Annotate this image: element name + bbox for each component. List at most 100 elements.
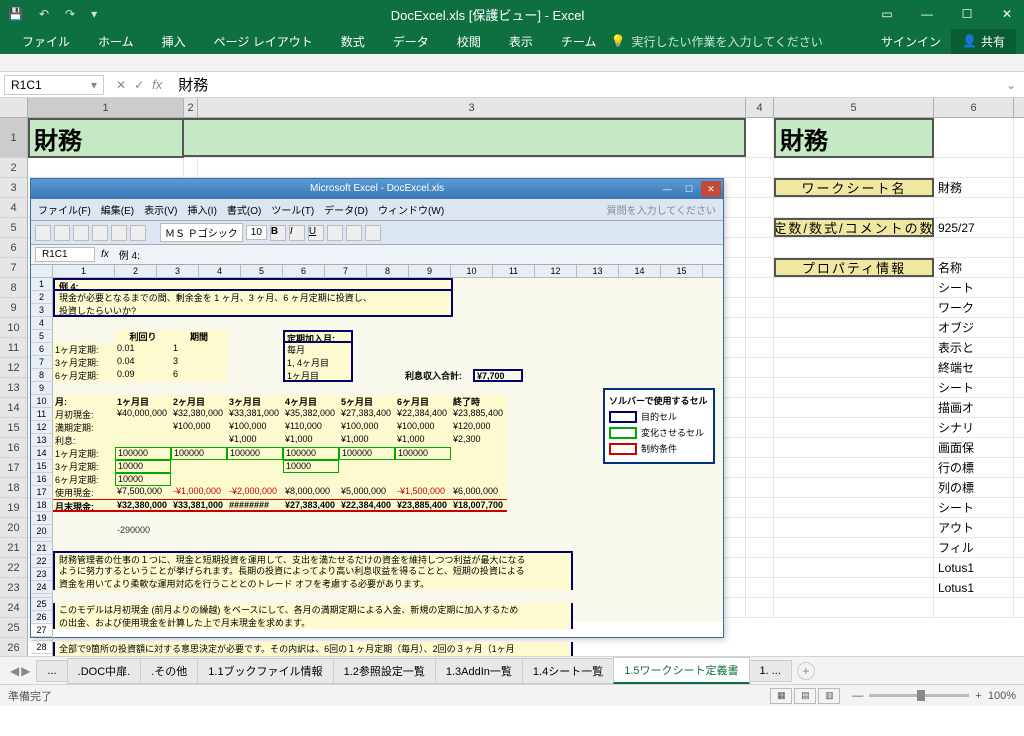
cell-r23c6[interactable]: Lotus1 (934, 578, 1014, 597)
cell-r8c5[interactable] (774, 278, 934, 297)
col-header-5[interactable]: 5 (774, 98, 934, 117)
maximize-icon[interactable]: ☐ (954, 4, 980, 24)
cell-r11c5[interactable] (774, 338, 934, 357)
zoom-out-button[interactable]: — (852, 690, 863, 702)
sheet-tab-trailing[interactable]: 1. ... (749, 660, 792, 682)
formula-expand-icon[interactable]: ⌄ (998, 78, 1024, 92)
cell-r11c6[interactable]: 表示と (934, 338, 1014, 357)
tab-nav-next-icon[interactable]: ▶ (21, 664, 30, 678)
share-button[interactable]: 👤 共有 (951, 29, 1016, 54)
tab-home[interactable]: ホーム (84, 29, 148, 54)
label-row-3[interactable]: ワークシート名 (774, 178, 934, 197)
cell-r9c6[interactable]: ワーク (934, 298, 1014, 317)
normal-view-icon[interactable]: ▦ (770, 688, 792, 704)
close-icon[interactable]: ✕ (994, 4, 1020, 24)
cell-r1c4[interactable] (746, 118, 774, 157)
cell-r10c5[interactable] (774, 318, 934, 337)
cell-r6c5[interactable] (774, 238, 934, 257)
tab-nav-prev-icon[interactable]: ◀ (10, 664, 19, 678)
cell-r16c6[interactable]: 画面保 (934, 438, 1014, 457)
spreadsheet-grid[interactable]: 1234567891011121314151617181920212223242… (0, 118, 1024, 656)
tell-me-search[interactable]: 💡 実行したい作業を入力してください (610, 33, 822, 50)
confirm-formula-icon[interactable]: ✓ (134, 78, 144, 92)
cell-r1c5[interactable]: 財務 (774, 118, 934, 158)
cell-r10c6[interactable]: オブジ (934, 318, 1014, 337)
cell-r1c2-3[interactable] (184, 118, 746, 157)
save-icon[interactable]: 💾 (4, 5, 27, 23)
cell-r19c6[interactable]: シート (934, 498, 1014, 517)
cell-r8c6[interactable]: シート (934, 278, 1014, 297)
cell-r2c6[interactable] (934, 158, 1014, 177)
cell-r21c5[interactable] (774, 538, 934, 557)
undo-icon[interactable]: ↶ (35, 5, 53, 23)
cell-r18c5[interactable] (774, 478, 934, 497)
col-header-4[interactable]: 4 (746, 98, 774, 117)
sheet-tab-sheet-list[interactable]: 1.4シート一覧 (522, 658, 614, 684)
chevron-down-icon[interactable]: ▾ (91, 78, 97, 92)
cell-r5c6[interactable]: 925/27 (934, 218, 1014, 237)
tab-team[interactable]: チーム (547, 29, 611, 54)
col-header-2[interactable]: 2 (184, 98, 198, 117)
col-header-1[interactable]: 1 (28, 98, 184, 117)
sheet-tab-ellipsis[interactable]: ... (36, 660, 67, 682)
cell-r17c6[interactable]: 行の標 (934, 458, 1014, 477)
cell-r4c5[interactable] (774, 198, 934, 217)
cell-r1c1[interactable]: 財務 (28, 118, 184, 158)
formula-input[interactable]: 財務 (170, 72, 998, 97)
cell-r6c6[interactable] (934, 238, 1014, 257)
cell-r15c6[interactable]: シナリ (934, 418, 1014, 437)
cell-r7c6[interactable]: 名称 (934, 258, 1014, 277)
zoom-in-button[interactable]: + (975, 690, 981, 702)
label-row-7[interactable]: プロパティ情報 (774, 258, 934, 277)
cell-r15c5[interactable] (774, 418, 934, 437)
sheet-tab-addin[interactable]: 1.3AddIn一覧 (435, 658, 523, 684)
cell-r3c6[interactable]: 財務 (934, 178, 1014, 197)
label-row-5[interactable]: 定数/数式/コメントの数 (774, 218, 934, 237)
minimize-icon[interactable]: — (914, 4, 940, 24)
sheet-tab-doc-cover[interactable]: .DOC中扉. (67, 658, 142, 684)
select-all-corner[interactable] (0, 98, 28, 117)
cell-r24c5[interactable] (774, 598, 934, 617)
fx-icon[interactable]: fx (152, 77, 162, 92)
cell-r13c6[interactable]: シート (934, 378, 1014, 397)
col-header-6[interactable]: 6 (934, 98, 1014, 117)
tab-view[interactable]: 表示 (495, 29, 547, 54)
sheet-tab-worksheet-def[interactable]: 1.5ワークシート定義書 (613, 657, 749, 684)
tab-formulas[interactable]: 数式 (327, 29, 379, 54)
cell-r2c5[interactable] (774, 158, 934, 177)
cell-r13c5[interactable] (774, 378, 934, 397)
cell-r12c5[interactable] (774, 358, 934, 377)
cell-r4c6[interactable] (934, 198, 1014, 217)
cell-r12c6[interactable]: 終端セ (934, 358, 1014, 377)
redo-icon[interactable]: ↷ (61, 5, 79, 23)
zoom-slider[interactable] (869, 694, 969, 697)
cell-r22c5[interactable] (774, 558, 934, 577)
cell-r9c5[interactable] (774, 298, 934, 317)
tab-page-layout[interactable]: ページ レイアウト (200, 29, 327, 54)
page-break-view-icon[interactable]: ▥ (818, 688, 840, 704)
cell-r21c6[interactable]: フィル (934, 538, 1014, 557)
cell-r14c6[interactable]: 描画オ (934, 398, 1014, 417)
tab-file[interactable]: ファイル (8, 29, 84, 54)
cell-r18c6[interactable]: 列の標 (934, 478, 1014, 497)
cell-r20c6[interactable]: アウト (934, 518, 1014, 537)
page-layout-view-icon[interactable]: ▤ (794, 688, 816, 704)
cell-r23c5[interactable] (774, 578, 934, 597)
name-box[interactable]: R1C1 ▾ (4, 75, 104, 95)
sheet-tab-reference[interactable]: 1.2参照設定一覧 (333, 658, 436, 684)
cancel-formula-icon[interactable]: ✕ (116, 78, 126, 92)
add-sheet-button[interactable]: + (797, 662, 815, 680)
cell-r24c6[interactable] (934, 598, 1014, 617)
sheet-tab-other[interactable]: .その他 (140, 658, 198, 684)
cell-r16c5[interactable] (774, 438, 934, 457)
qat-dropdown-icon[interactable]: ▾ (87, 5, 101, 23)
signin-link[interactable]: サインイン (871, 29, 951, 54)
tab-insert[interactable]: 挿入 (148, 29, 200, 54)
cell-r14c5[interactable] (774, 398, 934, 417)
cell-r22c6[interactable]: Lotus1 (934, 558, 1014, 577)
ribbon-display-icon[interactable]: ▭ (874, 4, 900, 24)
tab-data[interactable]: データ (379, 29, 443, 54)
sheet-tab-book-info[interactable]: 1.1ブックファイル情報 (197, 658, 333, 684)
tab-review[interactable]: 校閲 (443, 29, 495, 54)
col-header-3[interactable]: 3 (198, 98, 746, 117)
